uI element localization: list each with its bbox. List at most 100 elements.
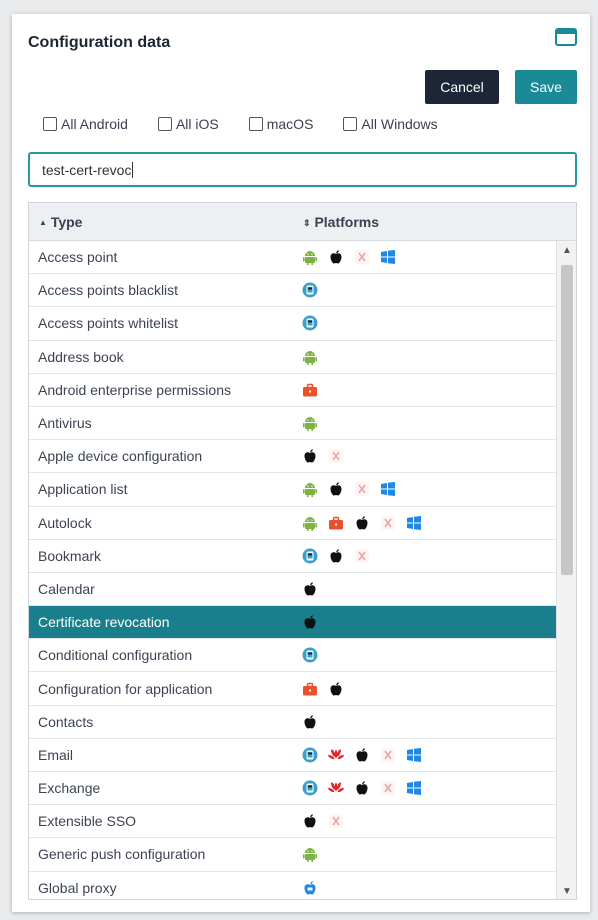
row-platforms [301, 580, 327, 598]
column-header-platforms[interactable]: ⇕ Platforms [303, 214, 379, 230]
row-platforms [301, 281, 327, 299]
table-row[interactable]: Application list [29, 473, 557, 507]
table-row[interactable]: Antivirus [29, 407, 557, 441]
table-row[interactable]: Certificate revocation [29, 606, 557, 640]
filter-all-android[interactable]: All Android [43, 116, 128, 132]
row-platforms [301, 812, 353, 830]
android-icon [301, 845, 319, 863]
table-row[interactable]: Extensible SSO [29, 805, 557, 839]
filter-all-ios[interactable]: All iOS [157, 116, 219, 132]
row-platforms [301, 746, 431, 764]
table-row[interactable]: Android enterprise permissions [29, 374, 557, 407]
table-header: ▲ Type ⇕ Platforms [29, 203, 576, 241]
row-type-label: Exchange [38, 780, 101, 797]
table-row[interactable]: Access points whitelist [29, 307, 557, 341]
table-row[interactable]: Generic push configuration [29, 838, 557, 872]
huawei-icon [327, 746, 345, 764]
row-type-label: Android enterprise permissions [38, 381, 231, 398]
row-type-label: Bookmark [38, 547, 102, 564]
ios-device-icon [301, 281, 319, 299]
row-type-label: Contacts [38, 713, 94, 730]
table-row[interactable]: Autolock [29, 507, 557, 540]
filter-label: All Android [61, 116, 128, 132]
row-type-label: Apple device configuration [38, 448, 203, 465]
apple-icon [327, 480, 345, 498]
row-platforms [301, 613, 327, 631]
scroll-down-icon[interactable]: ▼ [562, 886, 572, 897]
window-toggle-icon[interactable] [555, 28, 577, 46]
dialog-title: Configuration data [28, 34, 171, 51]
table-row[interactable]: Configuration for application [29, 672, 557, 706]
search-value: test-cert-revoc [42, 161, 132, 178]
row-platforms [301, 547, 379, 565]
android-icon [301, 414, 319, 432]
text-caret [132, 161, 134, 178]
table-body: Access point Access points blacklist Acces… [29, 241, 557, 899]
row-platforms [301, 414, 327, 432]
table-row[interactable]: Access point [29, 241, 557, 275]
row-platforms [301, 480, 405, 498]
row-type-label: Calendar [38, 580, 95, 597]
table-row[interactable]: Bookmark [29, 540, 557, 573]
row-type-label: Access points whitelist [38, 315, 179, 332]
sort-asc-icon: ▲ [39, 218, 47, 227]
column-label: Platforms [314, 214, 380, 230]
x-icon [379, 746, 397, 764]
filter-all-windows[interactable]: All Windows [343, 116, 438, 132]
apple-icon [301, 812, 319, 830]
table-row[interactable]: Global proxy [29, 872, 557, 899]
windows-icon [405, 746, 423, 764]
row-type-label: Access points blacklist [38, 282, 179, 299]
apple-icon [301, 447, 319, 465]
table-row[interactable]: Conditional configuration [29, 639, 557, 673]
huawei-icon [327, 779, 345, 797]
configuration-dialog: Configuration data Cancel Save All Andro… [12, 14, 590, 912]
briefcase-icon [301, 381, 319, 399]
row-type-label: Autolock [38, 514, 92, 531]
checkbox[interactable] [343, 117, 358, 131]
filter-macos[interactable]: macOS [248, 116, 314, 132]
apple-icon [301, 713, 319, 731]
table-row[interactable]: Contacts [29, 706, 557, 739]
row-platforms [301, 713, 327, 731]
scroll-up-icon[interactable]: ▲ [562, 245, 572, 256]
row-type-label: Generic push configuration [38, 846, 206, 863]
windows-icon [405, 514, 423, 532]
row-type-label: Email [38, 746, 74, 763]
sort-both-icon: ⇕ [303, 218, 311, 228]
row-type-label: Certificate revocation [38, 614, 170, 631]
checkbox[interactable] [157, 117, 172, 131]
ios-device-icon [301, 314, 319, 332]
checkbox[interactable] [248, 117, 263, 131]
x-icon [353, 480, 371, 498]
row-platforms [301, 680, 353, 698]
android-icon [301, 480, 319, 498]
row-platforms [301, 248, 405, 266]
vertical-scrollbar[interactable]: ▲ ▼ [556, 241, 576, 899]
table-row[interactable]: Exchange [29, 772, 557, 806]
filter-label: macOS [266, 116, 314, 132]
filter-label: All Windows [361, 116, 438, 132]
row-platforms [301, 779, 431, 797]
table-row[interactable]: Calendar [29, 573, 557, 607]
x-icon [353, 547, 371, 565]
search-input[interactable]: test-cert-revoc [28, 152, 577, 187]
save-button[interactable]: Save [515, 70, 577, 104]
table-row[interactable]: Access points blacklist [29, 274, 557, 308]
apple-icon [353, 779, 371, 797]
row-platforms [301, 447, 353, 465]
table-row[interactable]: Email [29, 739, 557, 772]
ios-device-icon [301, 547, 319, 565]
apple-icon [301, 580, 319, 598]
checkbox[interactable] [43, 117, 57, 131]
row-platforms [301, 646, 327, 664]
table-row[interactable]: Address book [29, 341, 557, 374]
scrollbar-thumb[interactable] [561, 265, 573, 575]
briefcase-icon [327, 514, 345, 532]
table-row[interactable]: Apple device configuration [29, 440, 557, 474]
cancel-button[interactable]: Cancel [425, 70, 499, 104]
column-header-type[interactable]: ▲ Type [39, 214, 82, 230]
windows-icon [379, 480, 397, 498]
ios-device-icon [301, 779, 319, 797]
row-type-label: Application list [38, 481, 128, 498]
